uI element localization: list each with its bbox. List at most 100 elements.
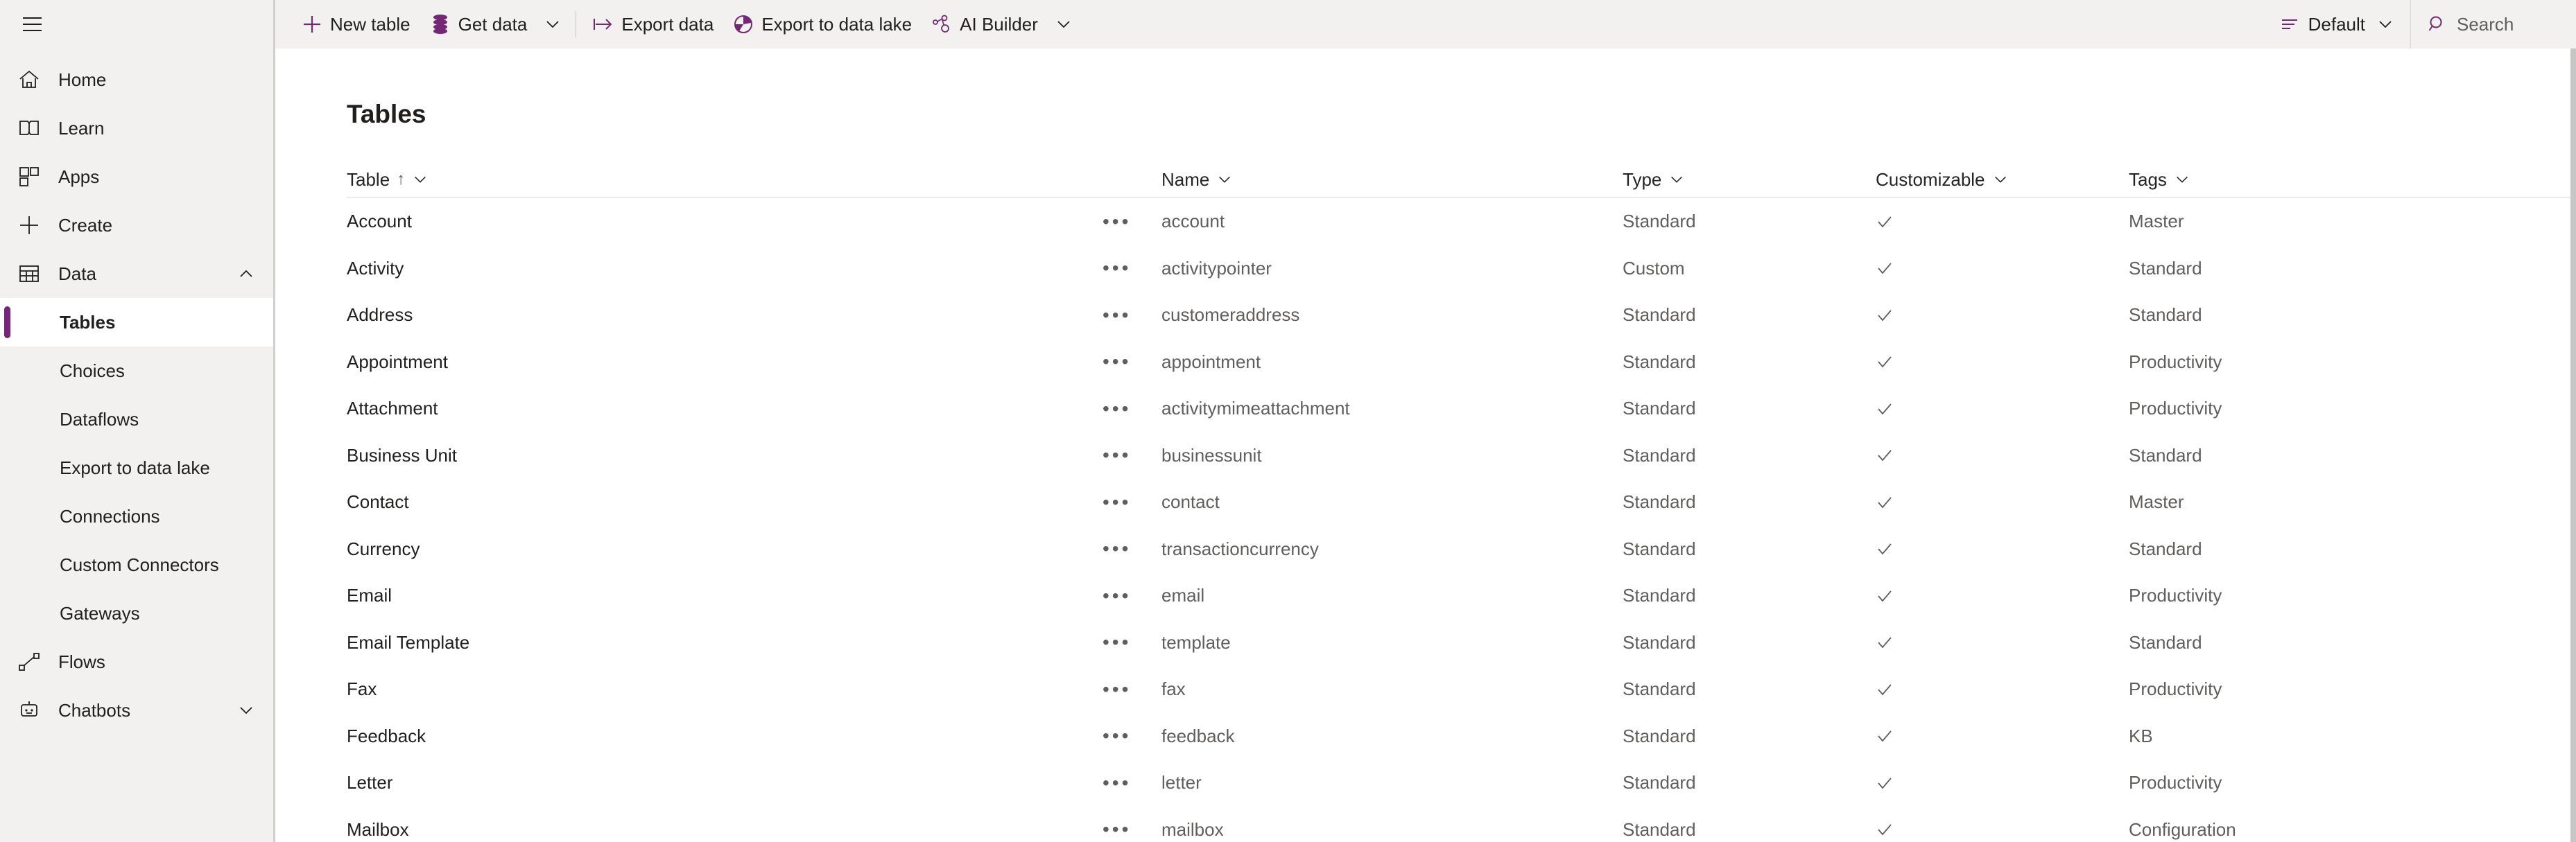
sidebar-item-home[interactable]: Home (0, 55, 273, 104)
table-row[interactable]: Activity••• activitypointer Custom Standard (347, 245, 2570, 292)
export-to-data-lake-button[interactable]: Export to data lake (723, 0, 922, 49)
column-header-type[interactable]: Type (1623, 161, 1876, 198)
sidebar-item-label: Gateways (60, 602, 140, 624)
table-row[interactable]: Fax••• fax Standard Productivity (347, 666, 2570, 713)
cell-table-display-name[interactable]: Email (347, 585, 1103, 606)
cell-table-display-name[interactable]: Account (347, 211, 1103, 232)
column-header-tags[interactable]: Tags (2129, 161, 2337, 198)
cell-table-display-name[interactable]: Business Unit (347, 445, 1103, 466)
table-row[interactable]: Account••• account Standard Master (347, 198, 2570, 245)
cell-table-display-name[interactable]: Email Template (347, 632, 1103, 654)
table-row[interactable]: Contact••• contact Standard Master (347, 479, 2570, 526)
row-more-options-icon[interactable]: ••• (1103, 450, 1161, 460)
get-data-label: Get data (458, 13, 528, 35)
table-row[interactable]: Business Unit••• businessunit Standard Stan… (347, 432, 2570, 480)
sidebar-item-custom-connectors[interactable]: Custom Connectors (0, 541, 273, 589)
row-more-options-icon[interactable]: ••• (1103, 778, 1161, 788)
row-more-options-icon[interactable]: ••• (1103, 638, 1161, 647)
row-more-options-icon[interactable]: ••• (1103, 310, 1161, 320)
table-row[interactable]: Address••• customeraddress Standard Standar… (347, 292, 2570, 339)
more-options-glyph: ••• (1103, 591, 1131, 601)
cell-tags: Master (2129, 491, 2184, 513)
sidebar-item-choices[interactable]: Choices (0, 347, 273, 395)
cell-table-display-name[interactable]: Contact (347, 491, 1103, 513)
pie-chart-icon (733, 14, 754, 35)
table-row[interactable]: Feedback••• feedback Standard KB (347, 713, 2570, 760)
home-icon (17, 67, 42, 92)
table-row[interactable]: Mailbox••• mailbox Standard Configuration (347, 807, 2570, 842)
column-header-table[interactable]: Table ↑ (347, 161, 1161, 198)
column-header-customizable-chevron-down-icon[interactable] (1992, 171, 2009, 188)
cell-table-display-name[interactable]: Fax (347, 678, 1103, 700)
sidebar-item-data[interactable]: Data (0, 249, 273, 298)
row-more-options-icon[interactable]: ••• (1103, 498, 1161, 507)
row-more-options-icon[interactable]: ••• (1103, 357, 1161, 367)
row-more-options-icon[interactable]: ••• (1103, 404, 1161, 414)
row-more-options-icon[interactable]: ••• (1103, 685, 1161, 694)
sidebar-item-dataflows[interactable]: Dataflows (0, 395, 273, 444)
cell-table-display-name[interactable]: Address (347, 304, 1103, 326)
cell-tags: Master (2129, 211, 2184, 232)
get-data-chevron-down-icon[interactable] (537, 0, 569, 49)
hamburger-menu-icon[interactable] (17, 9, 47, 40)
chevron-down-icon[interactable] (237, 701, 255, 719)
page-title: Tables (347, 99, 426, 128)
column-header-tags-chevron-down-icon[interactable] (2174, 171, 2190, 188)
row-more-options-icon[interactable]: ••• (1103, 731, 1161, 741)
column-header-table-chevron-down-icon[interactable] (412, 171, 429, 188)
column-header-name[interactable]: Name (1161, 161, 1623, 198)
cell-table-display-name[interactable]: Feedback (347, 726, 1103, 747)
table-row[interactable]: Currency••• transactioncurrency Standard St… (347, 526, 2570, 573)
sidebar-item-connections[interactable]: Connections (0, 492, 273, 541)
cell-customizable (1876, 353, 2129, 371)
sidebar-item-chatbots[interactable]: Chatbots (0, 686, 273, 735)
sidebar-item-label: Choices (60, 360, 125, 381)
ai-builder-button[interactable]: AI Builder (922, 0, 1048, 49)
sidebar-item-create[interactable]: Create (0, 201, 273, 249)
cell-table-type: Standard (1623, 678, 1696, 700)
cell-table-type: Standard (1623, 818, 1696, 840)
more-options-glyph: ••• (1103, 544, 1131, 554)
column-header-type-chevron-down-icon[interactable] (1668, 171, 1685, 188)
cell-tags: Productivity (2129, 678, 2222, 700)
table-row[interactable]: Appointment••• appointment Standard Product… (347, 339, 2570, 386)
body: Home Learn Apps Create Data Tables Choices Data… (0, 49, 2576, 842)
table-row[interactable]: Email Template••• template Standard Standar… (347, 620, 2570, 667)
cell-tags: KB (2129, 725, 2153, 746)
sidebar-item-label: Connections (60, 505, 160, 527)
get-data-button[interactable]: Get data (420, 0, 537, 49)
topbar-left-section (0, 0, 275, 49)
row-more-options-icon[interactable]: ••• (1103, 217, 1161, 227)
sidebar-item-flows[interactable]: Flows (0, 638, 273, 686)
cell-table-display-name[interactable]: Currency (347, 538, 1103, 560)
table-row[interactable]: Attachment••• activitymimeattachment Stand… (347, 385, 2570, 432)
ai-builder-chevron-down-icon[interactable] (1048, 0, 1080, 49)
cell-table-display-name[interactable]: Mailbox (347, 819, 1103, 841)
cell-table-display-name[interactable]: Letter (347, 772, 1103, 793)
search-placeholder: Search (2457, 13, 2514, 35)
column-header-name-chevron-down-icon[interactable] (1216, 171, 1233, 188)
environment-label: Default (2308, 13, 2365, 35)
row-more-options-icon[interactable]: ••• (1103, 544, 1161, 554)
chevron-up-icon[interactable] (237, 265, 255, 283)
table-row[interactable]: Letter••• letter Standard Productivity (347, 760, 2570, 807)
environment-selector[interactable]: Default (2264, 0, 2410, 49)
cell-table-type: Standard (1623, 398, 1696, 419)
search-input[interactable]: Search (2410, 0, 2576, 49)
table-row[interactable]: Email••• email Standard Productivity (347, 572, 2570, 620)
export-data-button[interactable]: Export data (583, 0, 723, 49)
row-more-options-icon[interactable]: ••• (1103, 263, 1161, 273)
row-more-options-icon[interactable]: ••• (1103, 591, 1161, 601)
sidebar-item-tables[interactable]: Tables (0, 298, 273, 347)
new-table-button[interactable]: New table (292, 0, 420, 49)
cell-table-display-name[interactable]: Attachment (347, 398, 1103, 419)
cell-table-logical-name: contact (1161, 491, 1220, 513)
sidebar-item-learn[interactable]: Learn (0, 104, 273, 152)
row-more-options-icon[interactable]: ••• (1103, 825, 1161, 834)
sidebar-item-apps[interactable]: Apps (0, 152, 273, 201)
sidebar-item-export-to-data-lake[interactable]: Export to data lake (0, 444, 273, 492)
sidebar-item-gateways[interactable]: Gateways (0, 589, 273, 638)
cell-table-display-name[interactable]: Activity (347, 258, 1103, 279)
column-header-customizable[interactable]: Customizable (1876, 161, 2129, 198)
cell-table-display-name[interactable]: Appointment (347, 351, 1103, 373)
